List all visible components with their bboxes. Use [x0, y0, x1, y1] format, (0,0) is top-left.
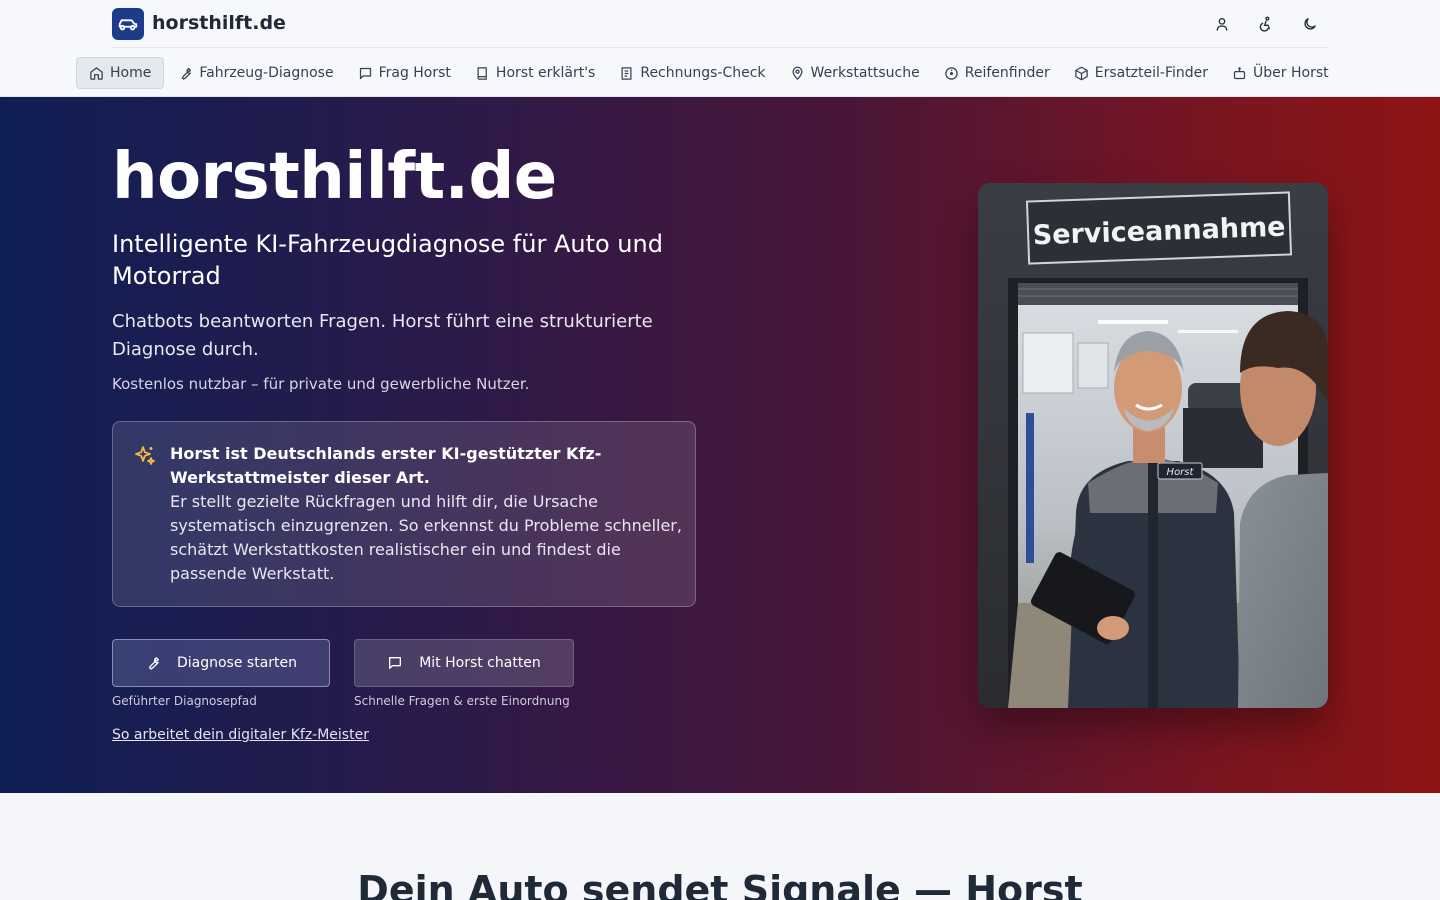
- moon-icon[interactable]: [1299, 13, 1321, 35]
- chat-icon: [359, 67, 371, 79]
- book-icon: [477, 66, 487, 80]
- section-title: Dein Auto sendet Signale — Horst: [357, 868, 1083, 900]
- nav-item-reifenfinder[interactable]: Reifenfinder: [932, 57, 1062, 89]
- how-it-works-link[interactable]: So arbeitet dein digitaler Kfz-Meister: [112, 726, 369, 744]
- hero-lead: Chatbots beantworten Fragen. Horst führt…: [112, 311, 653, 360]
- hero-note: Kostenlos nutzbar – für private und gewe…: [112, 375, 530, 393]
- accessibility-icon[interactable]: [1255, 13, 1277, 35]
- hero-subtitle: Intelligente KI-Fahrzeugdiagnose für Aut…: [112, 230, 663, 290]
- nav-label: Home: [110, 65, 152, 81]
- home-icon: [90, 66, 103, 80]
- info-box: Horst ist Deutschlands erster KI-gestütz…: [112, 421, 696, 607]
- nav-label: Über Horst: [1253, 65, 1329, 81]
- nav-item-horst-erklaerts[interactable]: Horst erklärt's: [463, 57, 607, 89]
- hero-title: horsthilft.de: [112, 140, 557, 214]
- nav-item-home[interactable]: Home: [76, 57, 165, 89]
- nav-label: Fahrzeug-Diagnose: [199, 65, 334, 81]
- tire-icon: [945, 66, 958, 80]
- nav-item-fahrzeug-diagnose[interactable]: Fahrzeug-Diagnose: [166, 57, 345, 89]
- chat-icon: [389, 657, 402, 669]
- nav-label: Rechnungs-Check: [640, 65, 766, 81]
- secondary-cta-caption: Schnelle Fragen & erste Einordnung: [354, 694, 570, 708]
- name-badge-text: Horst: [1167, 467, 1195, 478]
- nav-label: Werkstattsuche: [810, 65, 920, 81]
- start-diagnosis-button[interactable]: Diagnose starten: [112, 639, 330, 687]
- wrench-icon: [182, 67, 192, 80]
- package-icon: [1074, 66, 1088, 80]
- bot-icon: [1233, 66, 1246, 79]
- nav-item-rechnungs-check[interactable]: Rechnungs-Check: [607, 57, 777, 89]
- nav-label: Ersatzteil-Finder: [1094, 65, 1209, 81]
- map-pin-icon: [792, 66, 803, 80]
- info-body: Er stellt gezielte Rückfragen und hilft …: [170, 492, 682, 583]
- car-logo-icon[interactable]: [112, 8, 144, 40]
- nav-item-werkstattsuche[interactable]: Werkstattsuche: [778, 57, 932, 89]
- nav-label: Horst erklärt's: [495, 65, 596, 81]
- hero-section: horsthilft.de Intelligente KI-Fahrzeugdi…: [0, 97, 1440, 793]
- start-diagnosis-label: Diagnose starten: [176, 655, 298, 671]
- receipt-icon: [621, 66, 632, 80]
- brand-row: horsthilft.de: [112, 0, 1328, 48]
- nav-label: Frag Horst: [378, 65, 451, 81]
- info-heading: Horst ist Deutschlands erster KI-gestütz…: [170, 444, 602, 487]
- user-icon[interactable]: [1211, 13, 1233, 35]
- nav-item-frag-horst[interactable]: Frag Horst: [346, 57, 463, 89]
- site-header: horsthilft.de Home Fahrzeug-Diagnose Fra…: [0, 0, 1440, 97]
- primary-cta-caption: Geführter Diagnosepfad: [112, 694, 257, 708]
- hero-image-mechanic: Serviceannahme Horst: [978, 183, 1328, 708]
- main-nav: Home Fahrzeug-Diagnose Frag Horst Horst …: [76, 57, 1341, 89]
- nav-item-ersatzteil-finder[interactable]: Ersatzteil-Finder: [1062, 57, 1220, 89]
- sparkles-icon: [133, 444, 157, 472]
- chat-with-horst-button[interactable]: Mit Horst chatten: [354, 639, 574, 687]
- brand-name[interactable]: horsthilft.de: [152, 11, 286, 35]
- chat-with-horst-label: Mit Horst chatten: [419, 655, 541, 671]
- nav-item-ueber-horst[interactable]: Über Horst: [1220, 57, 1341, 89]
- nav-label: Reifenfinder: [964, 65, 1050, 81]
- wrench-icon: [148, 657, 159, 670]
